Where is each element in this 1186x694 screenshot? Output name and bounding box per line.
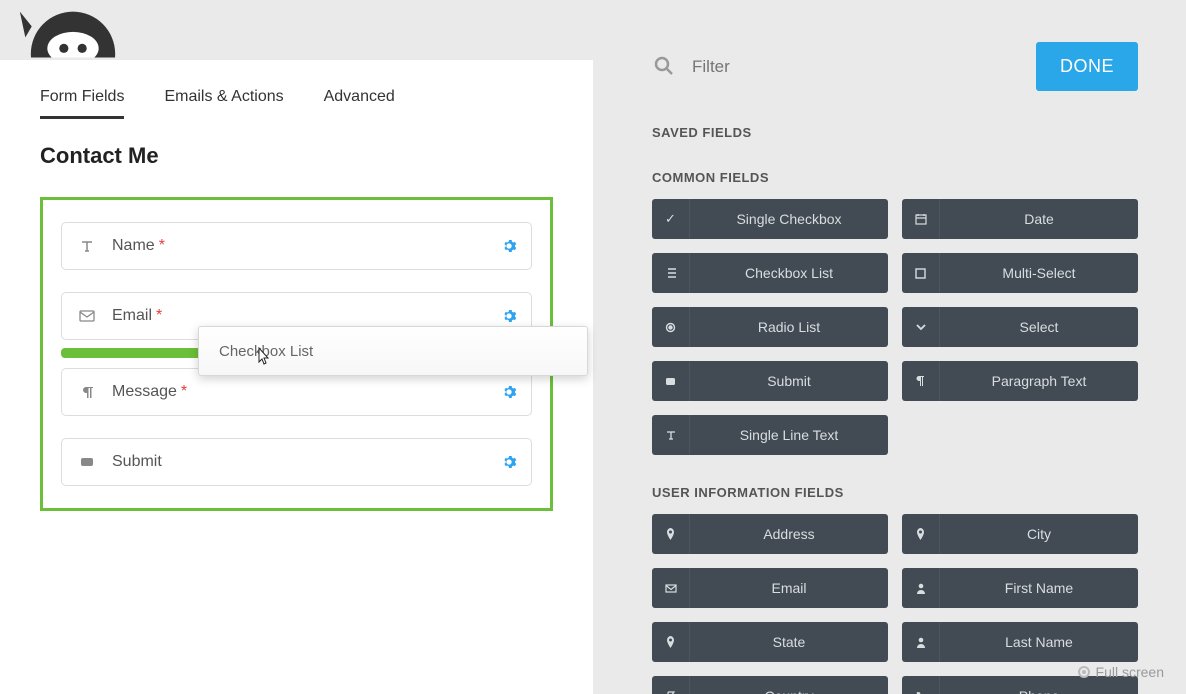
paragraph-icon xyxy=(902,361,940,401)
tab-form-fields[interactable]: Form Fields xyxy=(40,88,124,119)
text-icon xyxy=(76,238,98,254)
builder-tabs: Form Fields Emails & Actions Advanced xyxy=(40,88,553,119)
field-label: Message* xyxy=(112,383,187,401)
card-label: Country xyxy=(690,688,888,694)
card-label: Multi-Select xyxy=(940,265,1138,281)
card-label: City xyxy=(940,526,1138,542)
gear-icon[interactable] xyxy=(501,384,517,400)
card-label: Select xyxy=(940,319,1138,335)
field-label: Name* xyxy=(112,237,165,255)
gear-icon[interactable] xyxy=(501,454,517,470)
card-label: Checkbox List xyxy=(690,265,888,281)
done-button[interactable]: DONE xyxy=(1036,42,1138,91)
radio-icon xyxy=(652,307,690,347)
pin-icon xyxy=(652,622,690,662)
flag-icon xyxy=(652,676,690,694)
gear-icon[interactable] xyxy=(501,238,517,254)
search-icon xyxy=(652,54,678,80)
section-user-info-fields: USER INFORMATION FIELDS xyxy=(652,485,1138,500)
card-email[interactable]: Email xyxy=(652,568,888,608)
fullscreen-icon xyxy=(1078,666,1090,678)
card-multi-select[interactable]: Multi-Select xyxy=(902,253,1138,293)
card-label: Email xyxy=(690,580,888,596)
section-saved-fields: SAVED FIELDS xyxy=(652,125,1138,140)
chevron-down-icon xyxy=(902,307,940,347)
user-icon xyxy=(902,568,940,608)
field-row-name[interactable]: Name* xyxy=(61,222,532,270)
pin-icon xyxy=(652,514,690,554)
filter-row: DONE xyxy=(652,42,1138,91)
card-select[interactable]: Select xyxy=(902,307,1138,347)
card-label: Address xyxy=(690,526,888,542)
card-label: State xyxy=(690,634,888,650)
list-icon xyxy=(652,253,690,293)
phone-icon xyxy=(902,676,940,694)
paragraph-icon xyxy=(76,385,98,399)
card-submit[interactable]: Submit xyxy=(652,361,888,401)
card-city[interactable]: City xyxy=(902,514,1138,554)
card-label: Date xyxy=(940,211,1138,227)
card-label: Single Checkbox xyxy=(690,211,888,227)
card-last-name[interactable]: Last Name xyxy=(902,622,1138,662)
calendar-icon xyxy=(902,199,940,239)
card-label: Paragraph Text xyxy=(940,373,1138,389)
card-radio-list[interactable]: Radio List xyxy=(652,307,888,347)
gear-icon[interactable] xyxy=(501,308,517,324)
common-fields-grid: ✓Single Checkbox Date Checkbox List Mult… xyxy=(652,199,1138,455)
section-common-fields: COMMON FIELDS xyxy=(652,170,1138,185)
form-builder-panel: Form Fields Emails & Actions Advanced Co… xyxy=(0,60,593,694)
card-single-checkbox[interactable]: ✓Single Checkbox xyxy=(652,199,888,239)
button-icon xyxy=(652,361,690,401)
card-label: Single Line Text xyxy=(690,427,888,443)
fullscreen-toggle[interactable]: Full screen xyxy=(1078,664,1164,680)
envelope-icon xyxy=(652,568,690,608)
card-single-line-text[interactable]: Single Line Text xyxy=(652,415,888,455)
card-address[interactable]: Address xyxy=(652,514,888,554)
card-first-name[interactable]: First Name xyxy=(902,568,1138,608)
card-label: Radio List xyxy=(690,319,888,335)
field-label: Email* xyxy=(112,307,162,325)
card-label: Submit xyxy=(690,373,888,389)
field-library-panel: DONE SAVED FIELDS COMMON FIELDS ✓Single … xyxy=(640,0,1186,694)
form-title: Contact Me xyxy=(40,143,553,169)
tab-emails-actions[interactable]: Emails & Actions xyxy=(164,88,283,119)
card-country[interactable]: Country xyxy=(652,676,888,694)
check-icon: ✓ xyxy=(652,199,690,239)
square-icon xyxy=(902,253,940,293)
card-paragraph-text[interactable]: Paragraph Text xyxy=(902,361,1138,401)
text-icon xyxy=(652,415,690,455)
field-label: Submit xyxy=(112,453,162,471)
field-row-submit[interactable]: Submit xyxy=(61,438,532,486)
card-checkbox-list[interactable]: Checkbox List xyxy=(652,253,888,293)
dragging-chip-label: Checkbox List xyxy=(219,343,313,360)
card-label: Last Name xyxy=(940,634,1138,650)
user-fields-grid: Address City Email First Name State Last… xyxy=(652,514,1138,694)
card-date[interactable]: Date xyxy=(902,199,1138,239)
tab-advanced[interactable]: Advanced xyxy=(324,88,395,119)
card-label: First Name xyxy=(940,580,1138,596)
user-icon xyxy=(902,622,940,662)
dragging-field-chip[interactable]: Checkbox List xyxy=(198,326,588,376)
button-icon xyxy=(76,456,98,468)
ninja-logo xyxy=(18,0,128,60)
envelope-icon xyxy=(76,310,98,322)
card-state[interactable]: State xyxy=(652,622,888,662)
fullscreen-label: Full screen xyxy=(1096,664,1164,680)
pin-icon xyxy=(902,514,940,554)
filter-input[interactable] xyxy=(692,57,1036,77)
card-label: Phone xyxy=(940,688,1138,694)
